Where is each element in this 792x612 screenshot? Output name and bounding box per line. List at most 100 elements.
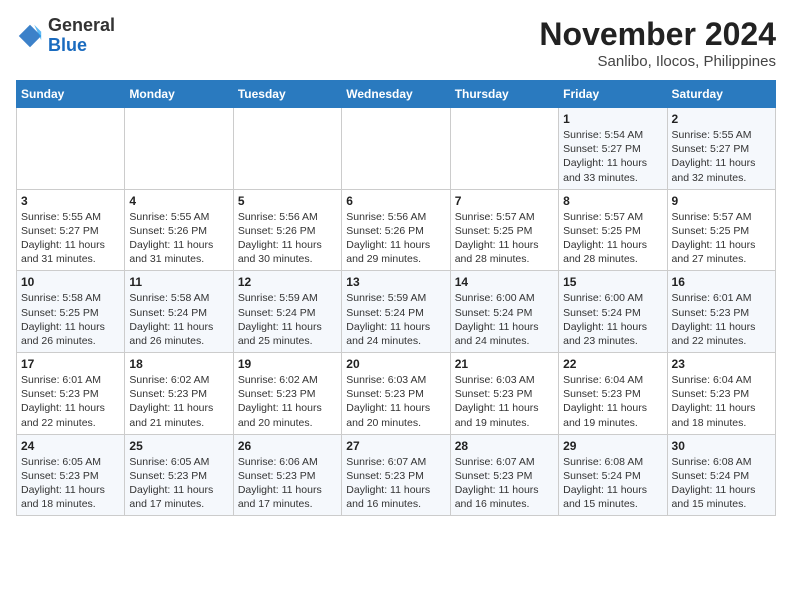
day-info: Sunrise: 6:04 AM Sunset: 5:23 PM Dayligh… [563, 373, 662, 430]
weekday-header-tuesday: Tuesday [233, 81, 341, 108]
day-number: 11 [129, 275, 228, 289]
day-number: 23 [672, 357, 771, 371]
day-info: Sunrise: 6:05 AM Sunset: 5:23 PM Dayligh… [129, 455, 228, 512]
day-info: Sunrise: 6:03 AM Sunset: 5:23 PM Dayligh… [346, 373, 445, 430]
calendar-cell: 13 Sunrise: 5:59 AM Sunset: 5:24 PM Dayli… [342, 271, 450, 353]
weekday-header-thursday: Thursday [450, 81, 558, 108]
day-info: Sunrise: 6:04 AM Sunset: 5:23 PM Dayligh… [672, 373, 771, 430]
day-info: Sunrise: 5:58 AM Sunset: 5:24 PM Dayligh… [129, 291, 228, 348]
day-info: Sunrise: 5:57 AM Sunset: 5:25 PM Dayligh… [672, 210, 771, 267]
calendar-cell [125, 108, 233, 190]
day-info: Sunrise: 5:57 AM Sunset: 5:25 PM Dayligh… [455, 210, 554, 267]
month-title: November 2024 [539, 16, 776, 53]
calendar-cell: 11 Sunrise: 5:58 AM Sunset: 5:24 PM Dayli… [125, 271, 233, 353]
calendar-cell: 24Sunrise: 6:05 AM Sunset: 5:23 PM Dayli… [17, 434, 125, 516]
day-number: 28 [455, 439, 554, 453]
weekday-header-saturday: Saturday [667, 81, 775, 108]
page-header: General Blue November 2024 Sanlibo, Iloc… [16, 16, 776, 70]
day-number: 27 [346, 439, 445, 453]
day-number: 1 [563, 112, 662, 126]
calendar-cell: 17Sunrise: 6:01 AM Sunset: 5:23 PM Dayli… [17, 353, 125, 435]
day-info: Sunrise: 5:57 AM Sunset: 5:25 PM Dayligh… [563, 210, 662, 267]
day-number: 6 [346, 194, 445, 208]
day-info: Sunrise: 6:02 AM Sunset: 5:23 PM Dayligh… [238, 373, 337, 430]
calendar-cell: 23 Sunrise: 6:04 AM Sunset: 5:23 PM Dayli… [667, 353, 775, 435]
calendar-cell: 9Sunrise: 5:57 AM Sunset: 5:25 PM Daylig… [667, 189, 775, 271]
week-row-3: 10 Sunrise: 5:58 AM Sunset: 5:25 PM Dayli… [17, 271, 776, 353]
calendar-cell: 10 Sunrise: 5:58 AM Sunset: 5:25 PM Dayli… [17, 271, 125, 353]
day-number: 13 [346, 275, 445, 289]
day-number: 14 [455, 275, 554, 289]
calendar-cell: 21 Sunrise: 6:03 AM Sunset: 5:23 PM Dayli… [450, 353, 558, 435]
day-info: Sunrise: 6:02 AM Sunset: 5:23 PM Dayligh… [129, 373, 228, 430]
calendar-cell: 15 Sunrise: 6:00 AM Sunset: 5:24 PM Dayli… [559, 271, 667, 353]
calendar-cell: 16Sunrise: 6:01 AM Sunset: 5:23 PM Dayli… [667, 271, 775, 353]
calendar-cell: 27 Sunrise: 6:07 AM Sunset: 5:23 PM Dayli… [342, 434, 450, 516]
day-info: Sunrise: 6:07 AM Sunset: 5:23 PM Dayligh… [455, 455, 554, 512]
day-number: 4 [129, 194, 228, 208]
calendar-cell: 30 Sunrise: 6:08 AM Sunset: 5:24 PM Dayli… [667, 434, 775, 516]
day-number: 2 [672, 112, 771, 126]
calendar-cell: 3Sunrise: 5:55 AM Sunset: 5:27 PM Daylig… [17, 189, 125, 271]
calendar-cell: 8 Sunrise: 5:57 AM Sunset: 5:25 PM Daylig… [559, 189, 667, 271]
day-number: 24 [21, 439, 120, 453]
day-number: 30 [672, 439, 771, 453]
day-number: 7 [455, 194, 554, 208]
day-number: 12 [238, 275, 337, 289]
day-info: Sunrise: 5:54 AM Sunset: 5:27 PM Dayligh… [563, 128, 662, 185]
week-row-1: 1 Sunrise: 5:54 AM Sunset: 5:27 PM Daylig… [17, 108, 776, 190]
day-info: Sunrise: 6:08 AM Sunset: 5:24 PM Dayligh… [672, 455, 771, 512]
day-number: 18 [129, 357, 228, 371]
day-info: Sunrise: 5:56 AM Sunset: 5:26 PM Dayligh… [346, 210, 445, 267]
calendar-cell [17, 108, 125, 190]
calendar-cell [233, 108, 341, 190]
day-number: 29 [563, 439, 662, 453]
calendar-cell: 4 Sunrise: 5:55 AM Sunset: 5:26 PM Daylig… [125, 189, 233, 271]
day-info: Sunrise: 6:01 AM Sunset: 5:23 PM Dayligh… [672, 291, 771, 348]
day-info: Sunrise: 6:08 AM Sunset: 5:24 PM Dayligh… [563, 455, 662, 512]
day-info: Sunrise: 5:55 AM Sunset: 5:26 PM Dayligh… [129, 210, 228, 267]
weekday-header-monday: Monday [125, 81, 233, 108]
day-info: Sunrise: 6:03 AM Sunset: 5:23 PM Dayligh… [455, 373, 554, 430]
day-info: Sunrise: 6:07 AM Sunset: 5:23 PM Dayligh… [346, 455, 445, 512]
day-info: Sunrise: 5:56 AM Sunset: 5:26 PM Dayligh… [238, 210, 337, 267]
day-number: 5 [238, 194, 337, 208]
calendar-cell: 6 Sunrise: 5:56 AM Sunset: 5:26 PM Daylig… [342, 189, 450, 271]
day-number: 26 [238, 439, 337, 453]
day-number: 25 [129, 439, 228, 453]
day-number: 22 [563, 357, 662, 371]
weekday-header-friday: Friday [559, 81, 667, 108]
day-number: 21 [455, 357, 554, 371]
day-info: Sunrise: 5:55 AM Sunset: 5:27 PM Dayligh… [672, 128, 771, 185]
calendar-cell: 2 Sunrise: 5:55 AM Sunset: 5:27 PM Daylig… [667, 108, 775, 190]
weekday-header-sunday: Sunday [17, 81, 125, 108]
calendar-cell: 25 Sunrise: 6:05 AM Sunset: 5:23 PM Dayli… [125, 434, 233, 516]
calendar-cell: 18 Sunrise: 6:02 AM Sunset: 5:23 PM Dayli… [125, 353, 233, 435]
calendar: SundayMondayTuesdayWednesdayThursdayFrid… [16, 80, 776, 516]
week-row-4: 17Sunrise: 6:01 AM Sunset: 5:23 PM Dayli… [17, 353, 776, 435]
calendar-cell: 28 Sunrise: 6:07 AM Sunset: 5:23 PM Dayli… [450, 434, 558, 516]
calendar-cell: 26Sunrise: 6:06 AM Sunset: 5:23 PM Dayli… [233, 434, 341, 516]
day-info: Sunrise: 5:59 AM Sunset: 5:24 PM Dayligh… [346, 291, 445, 348]
week-row-2: 3Sunrise: 5:55 AM Sunset: 5:27 PM Daylig… [17, 189, 776, 271]
calendar-cell [342, 108, 450, 190]
location: Sanlibo, Ilocos, Philippines [539, 53, 776, 70]
day-info: Sunrise: 5:59 AM Sunset: 5:24 PM Dayligh… [238, 291, 337, 348]
day-number: 19 [238, 357, 337, 371]
logo-text: General Blue [48, 16, 115, 56]
day-number: 10 [21, 275, 120, 289]
weekday-header-row: SundayMondayTuesdayWednesdayThursdayFrid… [17, 81, 776, 108]
logo-icon [16, 22, 44, 50]
day-number: 3 [21, 194, 120, 208]
calendar-cell: 12 Sunrise: 5:59 AM Sunset: 5:24 PM Dayli… [233, 271, 341, 353]
day-info: Sunrise: 5:58 AM Sunset: 5:25 PM Dayligh… [21, 291, 120, 348]
calendar-cell: 5 Sunrise: 5:56 AM Sunset: 5:26 PM Daylig… [233, 189, 341, 271]
day-info: Sunrise: 6:00 AM Sunset: 5:24 PM Dayligh… [455, 291, 554, 348]
logo: General Blue [16, 16, 115, 56]
calendar-cell: 29 Sunrise: 6:08 AM Sunset: 5:24 PM Dayli… [559, 434, 667, 516]
day-number: 15 [563, 275, 662, 289]
day-info: Sunrise: 6:00 AM Sunset: 5:24 PM Dayligh… [563, 291, 662, 348]
calendar-cell: 19 Sunrise: 6:02 AM Sunset: 5:23 PM Dayli… [233, 353, 341, 435]
day-number: 20 [346, 357, 445, 371]
day-number: 8 [563, 194, 662, 208]
